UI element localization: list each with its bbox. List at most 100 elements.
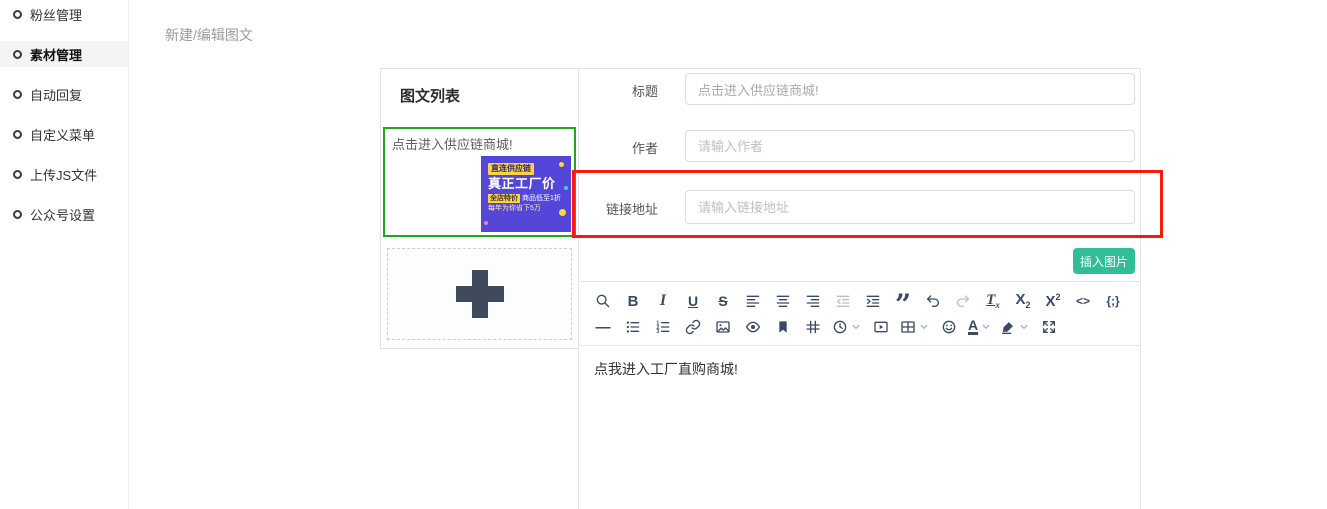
indent-icon	[865, 293, 881, 309]
chevron-down-icon	[980, 321, 992, 333]
sidebar-item-label: 粉丝管理	[30, 5, 82, 24]
toolbar-bullet-list-button[interactable]	[622, 316, 644, 338]
circle-icon	[13, 210, 22, 219]
banner-promo-text: 商品低至1折	[522, 194, 561, 203]
toolbar-insert-image-button[interactable]	[712, 316, 734, 338]
outdent-icon	[835, 293, 851, 309]
toolbar-undo-button[interactable]	[922, 290, 944, 312]
ordered-list-icon	[655, 319, 671, 335]
circle-icon	[13, 170, 22, 179]
decor-dot	[559, 162, 564, 167]
toolbar-align-center-button[interactable]	[772, 290, 794, 312]
decor-dot	[564, 186, 568, 190]
italic-icon: I	[660, 293, 666, 309]
insert-table-icon	[900, 319, 916, 335]
insert-image-button[interactable]: 插入图片	[1073, 248, 1135, 274]
decor-dot	[484, 221, 488, 225]
align-center-icon	[775, 293, 791, 309]
banner-promo-badge: 全店特价	[488, 194, 520, 203]
circle-icon	[13, 50, 22, 59]
underline-icon: U	[688, 294, 698, 308]
circle-icon	[13, 10, 22, 19]
toolbar-italic-button[interactable]: I	[652, 290, 674, 312]
toolbar-bold-button[interactable]: B	[622, 290, 644, 312]
form-area: 标题 作者 链接地址 插入图片 BIUS”TxX2X2<>{;} —A 点我进入…	[578, 68, 1141, 509]
insert-video-icon	[873, 319, 889, 335]
toolbar-emoji-button[interactable]	[938, 316, 960, 338]
toolbar-ordered-list-button[interactable]	[652, 316, 674, 338]
redo-icon	[955, 293, 971, 309]
toolbar-align-left-button[interactable]	[742, 290, 764, 312]
sidebar-item-label: 自定义菜单	[30, 125, 95, 144]
toolbar-underline-button[interactable]: U	[682, 290, 704, 312]
editor-content[interactable]: 点我进入工厂直购商城!	[579, 346, 1140, 392]
toolbar-preview-button[interactable]	[742, 316, 764, 338]
toolbar-insert-table-button[interactable]	[900, 316, 930, 338]
article-thumbnail: 直连供应链 真正工厂价 全店特价 商品低至1折 每年为你省下5万	[481, 156, 571, 232]
sidebar-item[interactable]: 素材管理	[0, 41, 128, 67]
article-card-selected[interactable]: 点击进入供应链商城! 直连供应链 真正工厂价 全店特价 商品低至1折 每年为你省…	[383, 127, 576, 237]
title-label: 标题	[579, 81, 658, 100]
sidebar-item-label: 自动回复	[30, 85, 82, 104]
toolbar-subscript-button[interactable]: X2	[1012, 290, 1034, 312]
author-input[interactable]	[685, 130, 1135, 162]
toolbar-row-1: BI U S ” Tx X2 X2 <> {;}	[592, 288, 1140, 314]
page: 粉丝管理素材管理自动回复自定义菜单上传JS文件公众号设置 新建/编辑图文 图文列…	[0, 0, 1327, 509]
decor-dot	[559, 209, 566, 216]
toolbar-clear-format-button[interactable]: Tx	[982, 290, 1004, 312]
add-article-card[interactable]	[387, 248, 572, 340]
circle-icon	[13, 90, 22, 99]
strikethrough-icon: S	[718, 294, 727, 308]
subscript-icon: X2	[1015, 292, 1030, 310]
bullet-list-icon	[625, 319, 641, 335]
author-label: 作者	[579, 138, 658, 157]
banner-badge: 直连供应链	[488, 163, 534, 175]
sidebar-item[interactable]: 粉丝管理	[0, 1, 128, 27]
search-icon	[595, 293, 611, 309]
sidebar-item-label: 素材管理	[30, 45, 82, 64]
fullscreen-icon	[1041, 319, 1057, 335]
horizontal-rule-icon: —	[596, 320, 611, 335]
toolbar-strikethrough-button[interactable]: S	[712, 290, 734, 312]
font-color-icon: A	[968, 319, 978, 335]
sidebar-item[interactable]: 自定义菜单	[0, 121, 128, 147]
toolbar-code-block-button[interactable]: {;}	[1102, 290, 1124, 312]
link-input[interactable]	[685, 190, 1135, 224]
toolbar-insert-time-button[interactable]	[832, 316, 862, 338]
insert-time-icon	[832, 319, 848, 335]
toolbar-horizontal-rule-button[interactable]: —	[592, 316, 614, 338]
toolbar-search-button[interactable]	[592, 290, 614, 312]
toolbar-font-color-button[interactable]: A	[968, 316, 992, 338]
preview-icon	[745, 319, 761, 335]
superscript-icon: X2	[1045, 293, 1060, 309]
blockquote-icon: ”	[895, 290, 911, 312]
toolbar-row-2: —A	[592, 314, 1140, 340]
toolbar-highlight-button[interactable]	[1000, 316, 1030, 338]
sidebar-item[interactable]: 上传JS文件	[0, 161, 128, 187]
rich-text-editor: BIUS”TxX2X2<>{;} —A 点我进入工厂直购商城!	[579, 281, 1140, 509]
toolbar-indent-button[interactable]	[862, 290, 884, 312]
toolbar-blockquote-button[interactable]: ”	[892, 290, 914, 312]
page-title: 新建/编辑图文	[165, 25, 253, 45]
toolbar-fullscreen-button[interactable]	[1038, 316, 1060, 338]
toolbar-insert-video-button[interactable]	[870, 316, 892, 338]
sidebar-item-label: 上传JS文件	[30, 165, 97, 184]
toolbar-insert-link-button[interactable]	[682, 316, 704, 338]
article-card-title: 点击进入供应链商城!	[392, 134, 567, 153]
sidebar-item[interactable]: 公众号设置	[0, 201, 128, 227]
toolbar-superscript-button[interactable]: X2	[1042, 290, 1064, 312]
undo-icon	[925, 293, 941, 309]
toolbar-bookmark-button[interactable]	[772, 316, 794, 338]
page-break-icon	[805, 319, 821, 335]
sidebar: 粉丝管理素材管理自动回复自定义菜单上传JS文件公众号设置	[0, 0, 129, 509]
toolbar-redo-button[interactable]	[952, 290, 974, 312]
toolbar-align-right-button[interactable]	[802, 290, 824, 312]
toolbar-inline-code-button[interactable]: <>	[1072, 290, 1094, 312]
title-input[interactable]	[685, 73, 1135, 105]
sidebar-item[interactable]: 自动回复	[0, 81, 128, 107]
toolbar-outdent-button[interactable]	[832, 290, 854, 312]
inline-code-icon: <>	[1076, 295, 1090, 307]
bookmark-icon	[775, 319, 791, 335]
toolbar-page-break-button[interactable]	[802, 316, 824, 338]
banner-headline: 真正工厂价	[488, 176, 571, 191]
